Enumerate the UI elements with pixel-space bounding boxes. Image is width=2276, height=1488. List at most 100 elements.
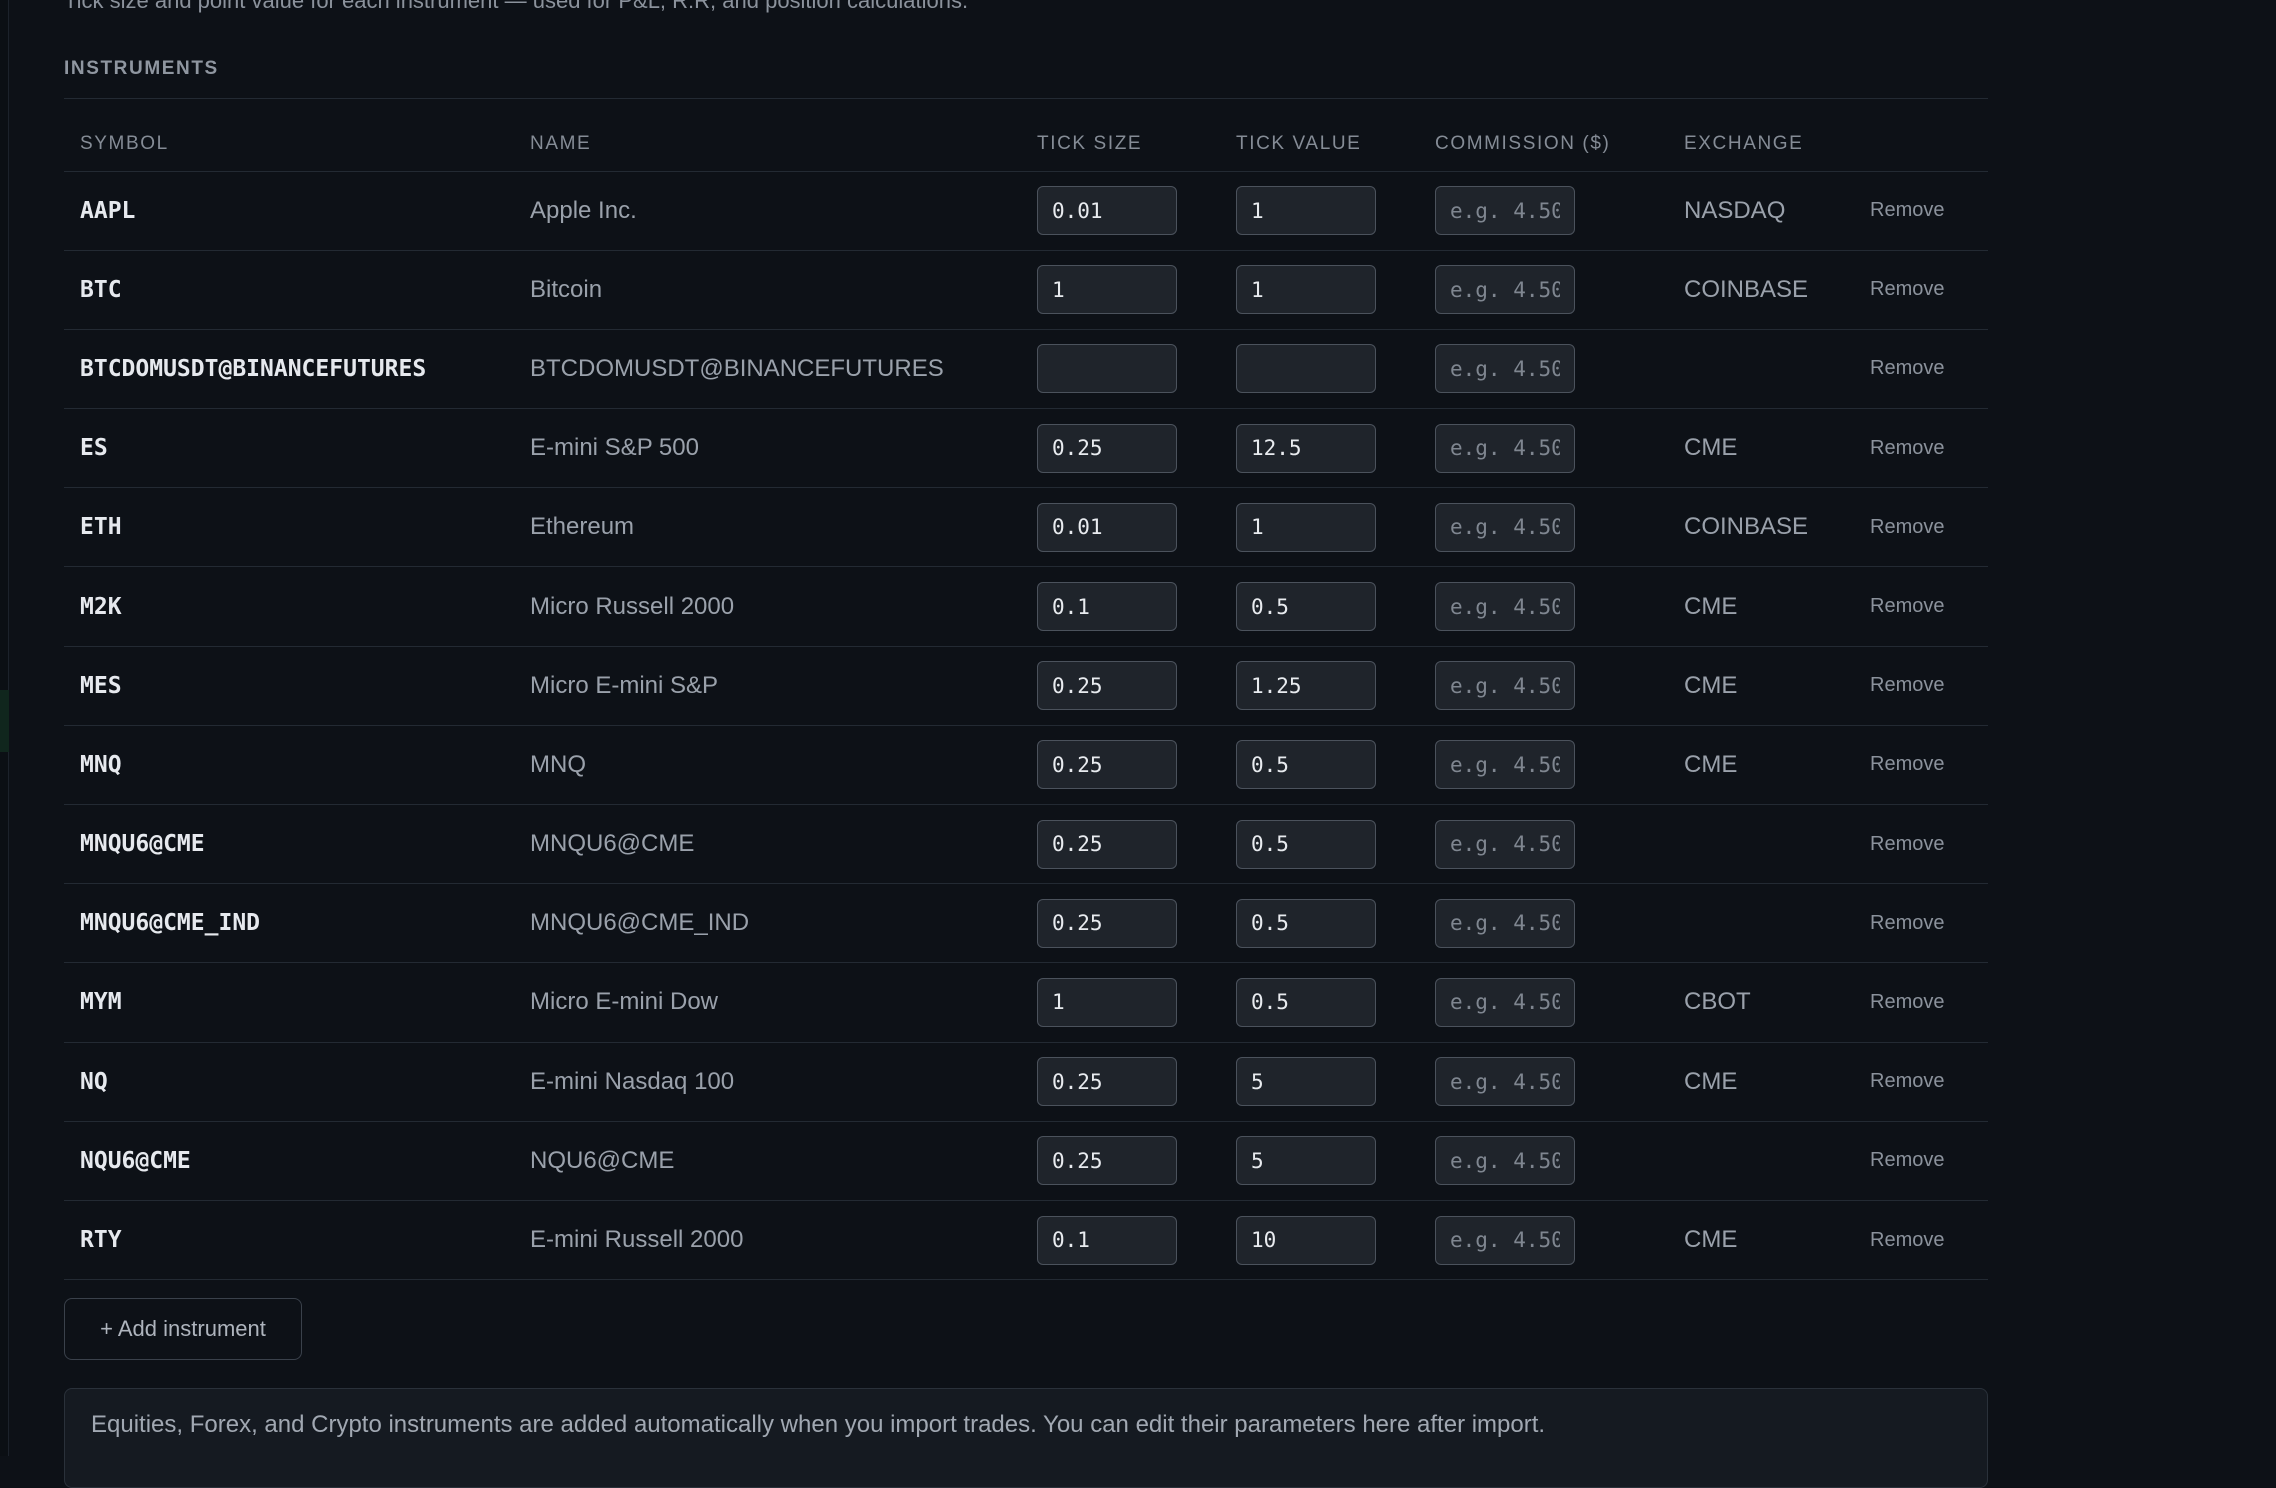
tick-size-input[interactable] (1037, 740, 1177, 790)
cell-commission (1419, 1042, 1668, 1122)
cell-tick-value (1220, 329, 1419, 410)
cell-actions: Remove (1854, 883, 1988, 964)
remove-instrument-button[interactable]: Remove (1870, 595, 1944, 618)
cell-tick-size (1021, 408, 1220, 489)
tick-size-input[interactable] (1037, 661, 1177, 711)
instrument-name: MNQU6@CME_IND (530, 909, 750, 937)
tick-value-input[interactable] (1236, 582, 1376, 632)
tick-value-input[interactable] (1236, 344, 1376, 394)
remove-instrument-button[interactable]: Remove (1870, 199, 1944, 222)
remove-instrument-button[interactable]: Remove (1870, 674, 1944, 697)
cell-tick-value (1220, 1121, 1419, 1201)
cell-tick-size (1021, 487, 1220, 568)
cell-commission (1419, 1121, 1668, 1201)
table-row: MNQU6@CME_IND MNQU6@CME_IND Remove (64, 883, 1988, 964)
cell-tick-value (1220, 250, 1419, 330)
instrument-exchange: CME (1684, 1226, 1738, 1254)
remove-instrument-button[interactable]: Remove (1870, 1229, 1944, 1252)
remove-instrument-button[interactable]: Remove (1870, 1149, 1944, 1172)
commission-input[interactable] (1435, 265, 1575, 315)
cell-exchange: CME (1668, 646, 1854, 726)
table-row: AAPL Apple Inc. NASDAQ Remove (64, 171, 1988, 251)
table-row: MES Micro E-mini S&P CME Remove (64, 646, 1988, 726)
instrument-name: Apple Inc. (530, 196, 637, 224)
tick-size-input[interactable] (1037, 1215, 1177, 1265)
remove-instrument-button[interactable]: Remove (1870, 357, 1944, 380)
add-instrument-button[interactable]: + Add instrument (64, 1298, 302, 1360)
cell-name: MNQ (514, 725, 1021, 806)
tick-size-input[interactable] (1037, 265, 1177, 315)
commission-input[interactable] (1435, 740, 1575, 790)
instrument-name: MNQU6@CME (530, 830, 695, 858)
tick-value-input[interactable] (1236, 423, 1376, 473)
tick-value-input[interactable] (1236, 977, 1376, 1027)
cell-actions: Remove (1854, 962, 1988, 1043)
cell-actions: Remove (1854, 725, 1988, 806)
tick-size-input[interactable] (1037, 186, 1177, 236)
commission-input[interactable] (1435, 423, 1575, 473)
tick-size-input[interactable] (1037, 819, 1177, 869)
tick-size-input[interactable] (1037, 1136, 1177, 1186)
tick-value-input[interactable] (1236, 898, 1376, 948)
cell-tick-size (1021, 962, 1220, 1043)
remove-instrument-button[interactable]: Remove (1870, 912, 1944, 935)
tick-value-input[interactable] (1236, 819, 1376, 869)
cell-commission (1419, 804, 1668, 885)
cell-name: Micro E-mini Dow (514, 962, 1021, 1043)
instrument-symbol: BTC (80, 276, 122, 303)
tick-size-input[interactable] (1037, 1057, 1177, 1107)
remove-instrument-button[interactable]: Remove (1870, 833, 1944, 856)
cell-tick-size (1021, 171, 1220, 251)
tick-size-input[interactable] (1037, 502, 1177, 552)
cell-actions: Remove (1854, 1200, 1988, 1281)
commission-input[interactable] (1435, 344, 1575, 394)
remove-instrument-button[interactable]: Remove (1870, 753, 1944, 776)
remove-instrument-button[interactable]: Remove (1870, 437, 1944, 460)
tick-value-input[interactable] (1236, 265, 1376, 315)
remove-instrument-button[interactable]: Remove (1870, 1070, 1944, 1093)
tick-value-input[interactable] (1236, 1057, 1376, 1107)
commission-input[interactable] (1435, 1215, 1575, 1265)
cell-tick-value (1220, 1200, 1419, 1281)
cell-name: BTCDOMUSDT@BINANCEFUTURES (514, 329, 1021, 410)
remove-instrument-button[interactable]: Remove (1870, 516, 1944, 539)
table-row: BTCDOMUSDT@BINANCEFUTURES BTCDOMUSDT@BIN… (64, 329, 1988, 410)
tick-value-input[interactable] (1236, 661, 1376, 711)
tick-value-input[interactable] (1236, 186, 1376, 236)
cell-name: Bitcoin (514, 250, 1021, 330)
remove-instrument-button[interactable]: Remove (1870, 278, 1944, 301)
tick-size-input[interactable] (1037, 344, 1177, 394)
tick-size-input[interactable] (1037, 423, 1177, 473)
commission-input[interactable] (1435, 1136, 1575, 1186)
commission-input[interactable] (1435, 898, 1575, 948)
commission-input[interactable] (1435, 661, 1575, 711)
column-header-symbol: SYMBOL (64, 100, 514, 172)
remove-instrument-button[interactable]: Remove (1870, 991, 1944, 1014)
cell-exchange (1668, 1121, 1854, 1201)
commission-input[interactable] (1435, 1057, 1575, 1107)
cell-tick-size (1021, 804, 1220, 885)
instrument-exchange: CME (1684, 671, 1738, 699)
commission-input[interactable] (1435, 819, 1575, 869)
commission-input[interactable] (1435, 977, 1575, 1027)
tick-value-input[interactable] (1236, 1215, 1376, 1265)
table-row: ETH Ethereum COINBASE Remove (64, 487, 1988, 568)
cell-symbol: ES (64, 408, 514, 489)
instrument-name: Ethereum (530, 513, 635, 541)
cell-name: Ethereum (514, 487, 1021, 568)
tick-size-input[interactable] (1037, 977, 1177, 1027)
cell-tick-value (1220, 725, 1419, 806)
cell-name: Micro E-mini S&P (514, 646, 1021, 726)
tick-value-input[interactable] (1236, 740, 1376, 790)
cell-commission (1419, 962, 1668, 1043)
commission-input[interactable] (1435, 186, 1575, 236)
commission-input[interactable] (1435, 502, 1575, 552)
table-row: MYM Micro E-mini Dow CBOT Remove (64, 962, 1988, 1043)
cell-tick-size (1021, 646, 1220, 726)
tick-value-input[interactable] (1236, 502, 1376, 552)
instrument-name: E-mini Russell 2000 (530, 1226, 744, 1254)
tick-size-input[interactable] (1037, 582, 1177, 632)
tick-value-input[interactable] (1236, 1136, 1376, 1186)
commission-input[interactable] (1435, 582, 1575, 632)
tick-size-input[interactable] (1037, 898, 1177, 948)
